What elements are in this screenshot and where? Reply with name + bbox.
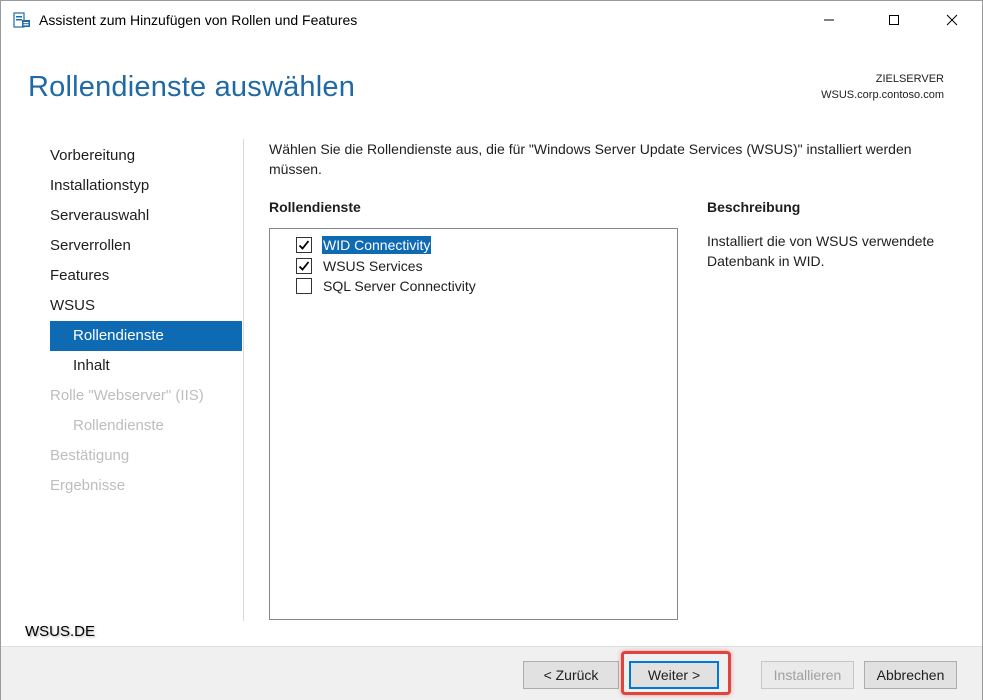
nav-item-rollendienste-iis: Rollendienste: [73, 417, 164, 434]
role-item-sql-server-connectivity[interactable]: SQL Server Connectivity: [296, 276, 477, 296]
target-server-label: ZIELSERVER: [875, 73, 944, 85]
cancel-button[interactable]: Abbrechen: [864, 661, 957, 689]
nav-item-wsus[interactable]: WSUS: [50, 291, 242, 321]
role-item-wid-connectivity[interactable]: WID Connectivity: [296, 235, 432, 255]
close-icon: [946, 14, 958, 26]
nav-item-ergebnisse: Ergebnisse: [50, 477, 126, 494]
watermark: WSUS.DE: [25, 623, 96, 640]
checkbox-wsus-services[interactable]: [296, 258, 312, 274]
wizard-footer: < Zurück Weiter > Installieren Abbrechen: [1, 646, 982, 700]
roles-heading: Rollendienste: [269, 199, 361, 215]
role-item-wsus-services[interactable]: WSUS Services: [296, 256, 424, 276]
wizard-window: Assistent zum Hinzufügen von Rollen und …: [0, 0, 983, 700]
nav-item-bestaetigung: Bestätigung: [50, 447, 130, 464]
maximize-button[interactable]: [871, 1, 917, 39]
nav-divider: [243, 139, 244, 621]
checkmark-icon: [298, 240, 310, 250]
nav-item-rollendienste-wsus[interactable]: Rollendienste: [50, 321, 242, 351]
nav-item-features[interactable]: Features: [50, 261, 242, 291]
role-label[interactable]: WID Connectivity: [322, 236, 432, 254]
wizard-nav: Vorbereitung Installationstyp Serverausw…: [50, 141, 242, 501]
checkmark-icon: [298, 261, 310, 271]
intro-text: Wählen Sie die Rollendienste aus, die fü…: [269, 141, 912, 177]
next-button-highlight: [621, 651, 731, 695]
title-bar[interactable]: Assistent zum Hinzufügen von Rollen und …: [1, 1, 982, 39]
checkbox-sql-server-connectivity[interactable]: [296, 278, 312, 294]
window-title: Assistent zum Hinzufügen von Rollen und …: [39, 12, 358, 28]
maximize-icon: [889, 15, 899, 25]
nav-item-vorbereitung[interactable]: Vorbereitung: [50, 141, 242, 171]
role-services-list[interactable]: WID Connectivity WSUS Services SQL Serve…: [269, 228, 678, 620]
target-server-value: WSUS.corp.contoso.com: [821, 89, 944, 101]
description-heading: Beschreibung: [707, 199, 801, 215]
back-button[interactable]: < Zurück: [523, 661, 619, 689]
checkbox-wid-connectivity[interactable]: [296, 237, 312, 253]
close-button[interactable]: [929, 1, 975, 39]
nav-item-webserver-role: Rolle "Webserver" (IIS): [50, 387, 204, 404]
role-label[interactable]: WSUS Services: [322, 257, 424, 275]
nav-item-inhalt[interactable]: Inhalt: [50, 351, 242, 381]
nav-item-serverrollen[interactable]: Serverrollen: [50, 231, 242, 261]
nav-item-installationstyp[interactable]: Installationstyp: [50, 171, 242, 201]
role-label[interactable]: SQL Server Connectivity: [322, 277, 477, 295]
nav-item-serverauswahl[interactable]: Serverauswahl: [50, 201, 242, 231]
minimize-icon: [824, 19, 834, 21]
minimize-button[interactable]: [806, 1, 852, 39]
description-text: Installiert die von WSUS verwendete Date…: [707, 233, 935, 269]
page-title: Rollendienste auswählen: [28, 71, 356, 103]
install-button: Installieren: [761, 661, 854, 689]
server-manager-icon: [13, 11, 31, 29]
